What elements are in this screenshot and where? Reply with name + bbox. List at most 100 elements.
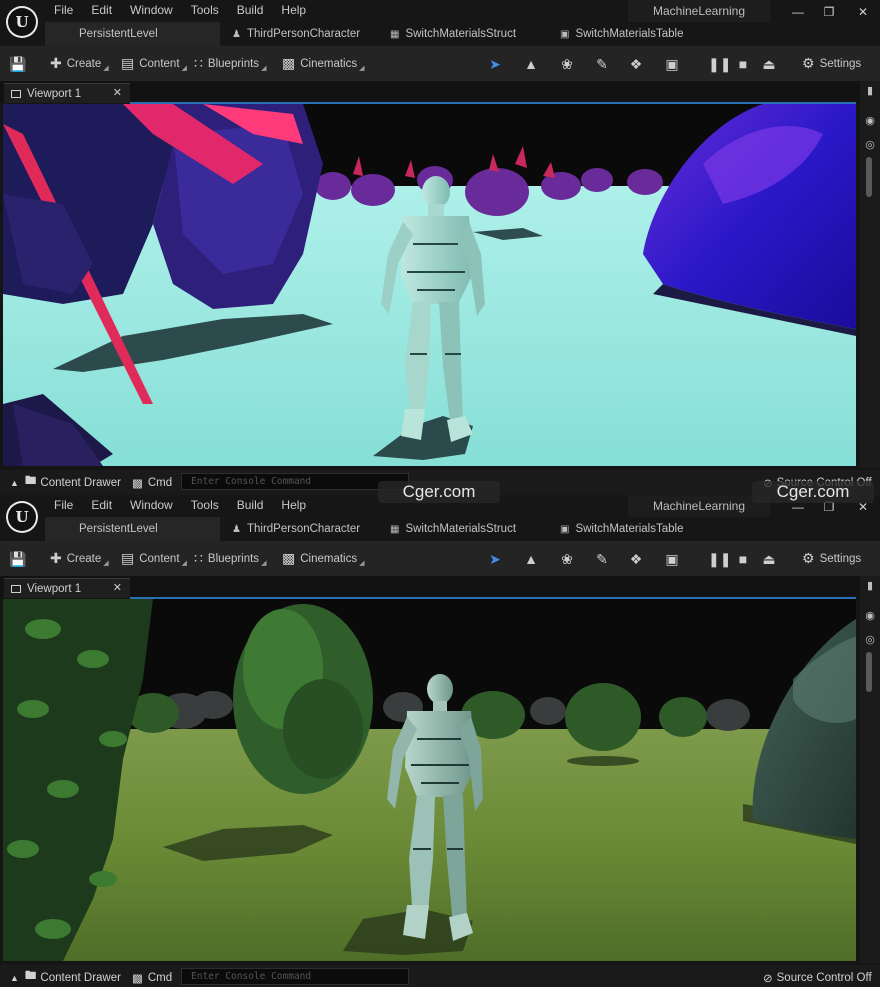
tab-third-person-character[interactable]: ♟ ThirdPersonCharacter	[220, 517, 380, 541]
tab-label: SwitchMaterialsTable	[575, 523, 684, 535]
chevron-down-icon: ◢	[359, 559, 365, 567]
create-button[interactable]: ✚ Create ◢	[50, 46, 109, 81]
title-bar: U File Edit Window Tools Build Help Mach…	[0, 0, 880, 46]
menu-file[interactable]: File	[45, 497, 82, 513]
main-toolbar: 💾 ✚ Create ◢ ▤ Content ◢ ∷ Blueprints ◢ ▩ Cinem…	[0, 46, 880, 81]
eye-icon[interactable]: ◎	[864, 139, 876, 151]
menu-build[interactable]: Build	[228, 497, 273, 513]
menu-edit[interactable]: Edit	[82, 2, 121, 18]
foliage-icon[interactable]: ❀	[558, 550, 576, 568]
select-mode-icon[interactable]: ➤	[486, 55, 504, 73]
level-viewport[interactable]	[3, 104, 856, 466]
pause-icon[interactable]: ❚❚	[708, 55, 731, 73]
editor-window-top: U File Edit Window Tools Build Help Mach…	[0, 0, 880, 495]
eject-icon[interactable]: ⏏	[760, 55, 778, 73]
menu-tools[interactable]: Tools	[182, 497, 228, 513]
modeling-icon[interactable]: ▣	[663, 55, 681, 73]
console-command-input[interactable]: Enter Console Command	[181, 473, 409, 490]
project-name: MachineLearning	[628, 495, 770, 517]
cinematics-button[interactable]: ▩ Cinematics ◢	[282, 541, 365, 576]
stop-icon[interactable]: ■	[734, 55, 752, 73]
tab-viewport-1[interactable]: Viewport 1 ✕	[4, 83, 130, 103]
scene-stylized-materials	[3, 104, 856, 466]
console-command-input[interactable]: Enter Console Command	[181, 968, 409, 985]
close-tab-icon[interactable]: ✕	[113, 86, 122, 99]
tab-switch-materials-table[interactable]: ▣ SwitchMaterialsTable	[550, 22, 693, 46]
maximize-icon[interactable]: ❐	[815, 4, 843, 20]
menu-help[interactable]: Help	[272, 497, 315, 513]
cinematics-icon: ▩	[282, 55, 296, 71]
viewport-icon	[11, 584, 21, 593]
minimize-icon[interactable]: —	[784, 4, 812, 20]
blueprints-button[interactable]: ∷ Blueprints ◢	[194, 46, 266, 81]
tab-switch-materials-struct[interactable]: ▦ SwitchMaterialsStruct	[380, 22, 550, 46]
content-button[interactable]: ▤ Content ◢	[121, 541, 187, 576]
unreal-logo-icon[interactable]: U	[6, 501, 38, 533]
scrollbar-top[interactable]: ▮	[864, 85, 876, 97]
menu-edit[interactable]: Edit	[82, 497, 121, 513]
menu-tools[interactable]: Tools	[182, 2, 228, 18]
tab-label: ThirdPersonCharacter	[246, 523, 361, 535]
close-icon[interactable]: ✕	[849, 4, 877, 20]
eye-icon[interactable]: ◎	[864, 634, 876, 646]
pause-icon[interactable]: ❚❚	[708, 550, 731, 568]
watermark-right: Cger.com	[752, 481, 874, 503]
content-drawer-button[interactable]: ▲ 🖿 Content Drawer	[10, 969, 121, 986]
modeling-icon[interactable]: ▣	[663, 550, 681, 568]
tab-switch-materials-struct[interactable]: ▦ SwitchMaterialsStruct	[380, 517, 550, 541]
details-panel-collapsed: ▮ ◉ ◎	[860, 576, 880, 963]
foliage-icon[interactable]: ❀	[558, 55, 576, 73]
menu-window[interactable]: Window	[121, 497, 182, 513]
fracture-icon[interactable]: ❖	[627, 55, 645, 73]
tab-viewport-1[interactable]: Viewport 1 ✕	[4, 578, 130, 598]
save-icon[interactable]: 💾	[9, 55, 27, 73]
blueprints-button[interactable]: ∷ Blueprints ◢	[194, 541, 266, 576]
chevron-down-icon: ◢	[181, 559, 187, 567]
vertical-scrollbar[interactable]	[866, 157, 872, 197]
tab-persistent-level[interactable]: PersistentLevel	[45, 517, 220, 541]
close-tab-icon[interactable]: ✕	[113, 581, 122, 594]
scrollbar-top[interactable]: ▮	[864, 580, 876, 592]
stop-icon[interactable]: ■	[734, 550, 752, 568]
document-tabs: PersistentLevel ♟ ThirdPersonCharacter ▦ S…	[45, 517, 693, 541]
content-button[interactable]: ▤ Content ◢	[121, 46, 187, 81]
paint-icon[interactable]: ✎	[593, 550, 611, 568]
folder-icon: 🖿	[24, 970, 37, 982]
tab-label: PersistentLevel	[79, 523, 158, 535]
visibility-eye-icon[interactable]: ◉	[864, 610, 876, 622]
menu-file[interactable]: File	[45, 2, 82, 18]
create-button[interactable]: ✚ Create ◢	[50, 541, 109, 576]
unreal-logo-icon[interactable]: U	[6, 6, 38, 38]
landscape-icon[interactable]: ▲	[522, 550, 540, 568]
menu-window[interactable]: Window	[121, 2, 182, 18]
source-control-button[interactable]: ⊘Source Control Off	[763, 969, 872, 986]
landscape-icon[interactable]: ▲	[522, 55, 540, 73]
visibility-eye-icon[interactable]: ◉	[864, 115, 876, 127]
paint-icon[interactable]: ✎	[593, 55, 611, 73]
tab-switch-materials-table[interactable]: ▣ SwitchMaterialsTable	[550, 517, 693, 541]
main-toolbar: 💾 ✚ Create ◢ ▤ Content ◢ ∷ Blueprints ◢ ▩ Cinem…	[0, 541, 880, 576]
level-viewport[interactable]	[3, 599, 856, 961]
chevron-up-icon: ▲	[10, 477, 19, 488]
vertical-scrollbar[interactable]	[866, 652, 872, 692]
source-control-icon: ⊘	[763, 972, 773, 985]
settings-button[interactable]: ⚙ Settings	[802, 541, 861, 576]
cinematics-label: Cinematics	[300, 57, 358, 70]
tab-third-person-character[interactable]: ♟ ThirdPersonCharacter	[220, 22, 380, 46]
save-icon[interactable]: 💾	[9, 550, 27, 568]
tab-label: SwitchMaterialsStruct	[405, 28, 517, 40]
blueprints-icon: ∷	[194, 550, 203, 566]
fracture-icon[interactable]: ❖	[627, 550, 645, 568]
content-drawer-button[interactable]: ▲ 🖿 Content Drawer	[10, 474, 121, 491]
eject-icon[interactable]: ⏏	[760, 550, 778, 568]
table-icon: ▣	[560, 523, 570, 535]
select-mode-icon[interactable]: ➤	[486, 550, 504, 568]
cmd-button[interactable]: ▩ Cmd	[132, 969, 172, 986]
tab-persistent-level[interactable]: PersistentLevel	[45, 22, 220, 46]
cinematics-button[interactable]: ▩ Cinematics ◢	[282, 46, 365, 81]
character-icon: ♟	[232, 523, 241, 535]
cmd-button[interactable]: ▩ Cmd	[132, 474, 172, 491]
menu-build[interactable]: Build	[228, 2, 273, 18]
settings-button[interactable]: ⚙ Settings	[802, 46, 861, 81]
menu-help[interactable]: Help	[272, 2, 315, 18]
